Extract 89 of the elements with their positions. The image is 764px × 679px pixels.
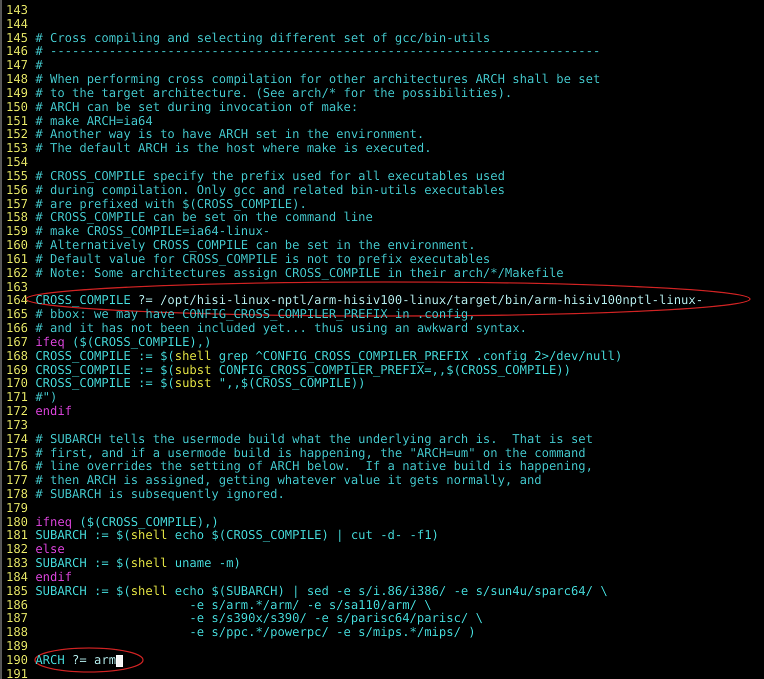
- code-line: CROSS_COMPILE := $(shell grep ^CONFIG_CROSS_COMPILER_PREFIX .config 2>/dev/null): [35, 350, 622, 364]
- line-number: 162: [6, 266, 28, 281]
- line-number: 181: [6, 529, 28, 544]
- line-number: 190: [6, 654, 28, 668]
- line-number: 166: [6, 322, 28, 336]
- line-number: 152: [6, 128, 28, 142]
- code-line: SUBARCH := $(shell echo $(SUBARCH) | sed -e s/i.86/i386/ -e s/sun4u/sparc64/ \: [35, 584, 608, 599]
- code-line: # SUBARCH tells the usermode build what the underlying arch is. That is set: [35, 432, 593, 446]
- code-line: # CROSS_COMPILE can be set on the command line: [35, 211, 373, 226]
- line-number: 180: [6, 516, 28, 530]
- code-line: ifeq ($(CROSS_COMPILE),): [35, 336, 212, 350]
- code-line: # Alternatively CROSS_COMPILE can be set in the environment.: [35, 239, 476, 253]
- line-number: 143: [6, 4, 28, 18]
- line-number: 159: [6, 225, 28, 240]
- line-number: 160: [6, 239, 28, 253]
- line-number: 148: [6, 73, 28, 87]
- code-line: -e s/s390x/s390/ -e s/parisc64/parisc/ \: [188, 612, 483, 626]
- line-number: 157: [6, 198, 28, 212]
- line-number: 172: [6, 405, 28, 419]
- code-line: #"): [35, 391, 58, 406]
- code-line: # Cross compiling and selecting different set of gcc/bin-utils: [35, 32, 490, 46]
- line-number: 186: [6, 598, 28, 612]
- line-number: 184: [6, 570, 28, 585]
- code-line: # line overrides the setting of ARCH below. If a native build is happening,: [35, 460, 593, 474]
- line-number: 158: [6, 211, 28, 226]
- code-line: # then ARCH is assigned, getting whatever value it gets normally, and: [35, 474, 542, 488]
- code-line: CROSS_COMPILE := $(subst CONFIG_CROSS_COMPILER_PREFIX=,,$(CROSS_COMPILE)): [35, 364, 571, 378]
- code-line: # ARCH can be set during invocation of make:: [35, 100, 358, 115]
- line-number: 156: [6, 184, 28, 198]
- code-line: CROSS_COMPILE := $(subst ",,$(CROSS_COMPILE)): [35, 377, 366, 392]
- code-line: # first, and if a usermode build is happening, the "ARCH=um" on the command: [35, 446, 586, 460]
- line-number: 163: [6, 280, 28, 294]
- line-number: 147: [6, 59, 28, 74]
- code-line: # and it has not been included yet... thus using an awkward syntax.: [35, 322, 527, 336]
- code-line: SUBARCH := $(shell echo $(CROSS_COMPILE) | cut -d- -f1): [35, 529, 439, 544]
- line-number: 176: [6, 460, 28, 474]
- code-line: ARCH ?= arm: [35, 654, 116, 668]
- code-line: else: [35, 543, 65, 558]
- code-line: # are prefixed with $(CROSS_COMPILE).: [35, 198, 307, 212]
- code-line: endif: [35, 405, 72, 419]
- line-number: 168: [6, 350, 28, 364]
- line-number: 167: [6, 336, 28, 350]
- line-number: 177: [6, 474, 28, 488]
- line-number: 153: [6, 142, 28, 156]
- line-number: 178: [6, 488, 28, 502]
- line-number: 188: [6, 626, 28, 640]
- code-line: CROSS_COMPILE ?= /opt/hisi-linux-nptl/arm-hisiv100-linux/target/bin/arm-hisiv100nptl-linux-: [35, 294, 704, 308]
- line-number: 155: [6, 170, 28, 184]
- code-line: # CROSS_COMPILE specify the prefix used for all executables used: [35, 170, 505, 184]
- code-line: # to the target architecture. (See arch/* for the possibilities).: [35, 86, 512, 101]
- line-number: 175: [6, 446, 28, 460]
- line-number: 191: [6, 668, 28, 679]
- code-line: -e s/arm.*/arm/ -e s/sa110/arm/ \: [188, 598, 432, 612]
- code-line: -e s/ppc.*/powerpc/ -e s/mips.*/mips/ ): [188, 626, 476, 640]
- code-line: # The default ARCH is the host where make is executed.: [35, 142, 432, 156]
- line-number: 189: [6, 640, 28, 654]
- line-number: 183: [6, 557, 28, 571]
- line-number: 185: [6, 584, 28, 599]
- line-number: 173: [6, 418, 28, 433]
- line-number: 170: [6, 377, 28, 392]
- code-line: #: [35, 59, 43, 74]
- code-line: # ---------------------------------------------------------------------------: [35, 45, 600, 60]
- line-number: 164: [6, 294, 28, 308]
- line-number: 165: [6, 308, 28, 322]
- code-line: # Note: Some architectures assign CROSS_COMPILE in their arch/*/Makefile: [35, 266, 564, 281]
- line-number: 171: [6, 391, 28, 406]
- line-number: 179: [6, 502, 28, 516]
- code-line: # during compilation. Only gcc and related bin-utils executables: [35, 184, 505, 198]
- code-line: # Another way is to have ARCH set in the environment.: [35, 128, 424, 142]
- code-line: # make CROSS_COMPILE=ia64-linux-: [35, 225, 270, 240]
- code-line: # SUBARCH is subsequently ignored.: [35, 488, 285, 502]
- line-number: 146: [6, 45, 28, 60]
- code-line: ifneq ($(CROSS_COMPILE),): [35, 516, 219, 530]
- code-line: endif: [35, 570, 72, 585]
- line-number: 149: [6, 86, 28, 101]
- line-number: 187: [6, 612, 28, 626]
- code-line: # Default value for CROSS_COMPILE is not to prefix executables: [35, 252, 490, 267]
- line-number: 169: [6, 364, 28, 378]
- line-number: 174: [6, 432, 28, 446]
- code-line: # When performing cross compilation for other architectures ARCH shall be set: [35, 73, 600, 87]
- line-number: 161: [6, 252, 28, 267]
- code-line: SUBARCH := $(shell uname -m): [35, 557, 241, 571]
- line-number: 182: [6, 543, 28, 558]
- line-number: 151: [6, 114, 28, 128]
- code-line: # make ARCH=ia64: [35, 114, 153, 128]
- line-number: 154: [6, 156, 28, 170]
- line-number: 145: [6, 32, 28, 46]
- line-number: 150: [6, 100, 28, 115]
- line-number: 144: [6, 18, 28, 32]
